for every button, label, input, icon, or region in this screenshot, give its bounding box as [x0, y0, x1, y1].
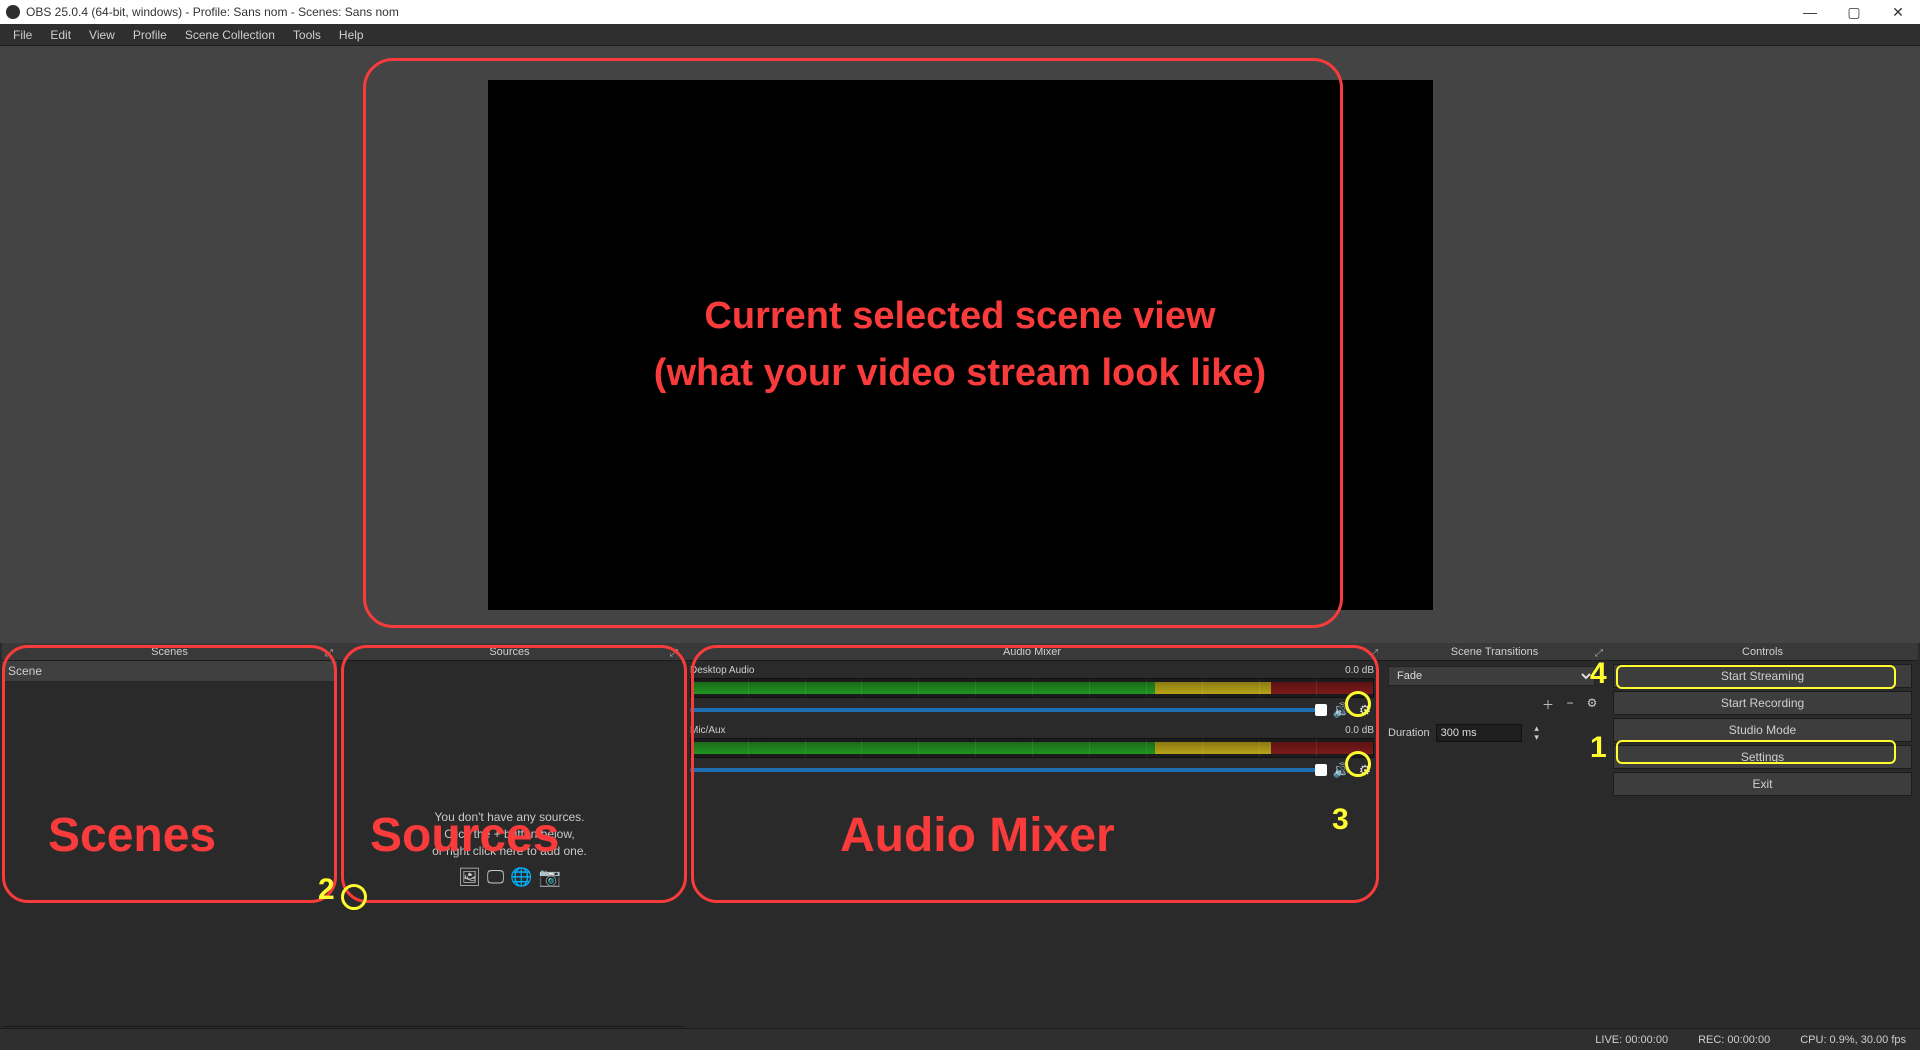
- settings-button[interactable]: Settings: [1613, 745, 1912, 769]
- preview-overlay-line2: (what your video stream look like): [654, 345, 1266, 402]
- scene-list-item[interactable]: Scene: [2, 661, 337, 682]
- scenes-title[interactable]: Scenes ⤢: [2, 643, 337, 661]
- sources-empty-state[interactable]: You don't have any sources. Click the + …: [337, 661, 682, 1026]
- start-recording-button[interactable]: Start Recording: [1613, 691, 1912, 715]
- controls-title[interactable]: Controls: [1607, 643, 1918, 661]
- audio-meter: [690, 678, 1374, 698]
- app-icon: [6, 5, 20, 19]
- start-streaming-button[interactable]: Start Streaming: [1613, 664, 1912, 688]
- display-icon: 🖵: [487, 867, 504, 888]
- transition-select[interactable]: Fade: [1388, 666, 1595, 686]
- preview-background: Current selected scene view (what your v…: [0, 46, 1920, 643]
- globe-icon: 🌐: [510, 867, 532, 888]
- channel-settings-button[interactable]: ⚙: [1356, 761, 1374, 779]
- volume-slider[interactable]: [690, 768, 1327, 772]
- sources-empty-line1: You don't have any sources.: [435, 810, 585, 824]
- channel-settings-button[interactable]: ⚙: [1356, 701, 1374, 719]
- scenes-dock: Scenes ⤢ Scene ＋ − ∧ ∨: [2, 643, 337, 1050]
- mixer-channel: Desktop Audio 0.0 dB 🔊 ⚙: [682, 661, 1382, 721]
- minimize-button[interactable]: —: [1788, 0, 1832, 24]
- sources-empty-line3: or right click here to add one.: [432, 844, 587, 858]
- mixer-channel-level: 0.0 dB: [1345, 725, 1374, 736]
- menu-edit[interactable]: Edit: [41, 28, 80, 42]
- menu-bar: File Edit View Profile Scene Collection …: [0, 24, 1920, 46]
- scene-transitions-dock: Scene Transitions ⤢ Fade ＋ − ⚙ Duration: [1382, 643, 1607, 1050]
- image-icon: 🖼: [458, 867, 481, 888]
- volume-slider[interactable]: [690, 708, 1327, 712]
- transitions-title[interactable]: Scene Transitions ⤢: [1382, 643, 1607, 661]
- sources-title[interactable]: Sources ⤢: [337, 643, 682, 661]
- exit-button[interactable]: Exit: [1613, 772, 1912, 796]
- menu-scene-collection[interactable]: Scene Collection: [176, 28, 284, 42]
- status-live: LIVE: 00:00:00: [1595, 1034, 1668, 1046]
- status-cpu: CPU: 0.9%, 30.00 fps: [1800, 1034, 1906, 1046]
- controls-dock: Controls Start Streaming Start Recording…: [1607, 643, 1918, 1050]
- status-bar: LIVE: 00:00:00 REC: 00:00:00 CPU: 0.9%, …: [0, 1028, 1920, 1050]
- menu-help[interactable]: Help: [330, 28, 373, 42]
- preview-canvas[interactable]: Current selected scene view (what your v…: [488, 80, 1433, 610]
- mixer-channel: Mic/Aux 0.0 dB 🔊 ⚙: [682, 721, 1382, 781]
- audio-meter: [690, 738, 1374, 758]
- menu-file[interactable]: File: [4, 28, 41, 42]
- duration-label: Duration: [1388, 727, 1430, 739]
- speaker-icon[interactable]: 🔊: [1333, 762, 1350, 779]
- mixer-channel-name: Mic/Aux: [690, 725, 726, 736]
- camera-icon: 📷: [539, 867, 561, 888]
- audio-mixer-dock: Audio Mixer ⤢ Desktop Audio 0.0 dB: [682, 643, 1382, 1050]
- menu-tools[interactable]: Tools: [284, 28, 330, 42]
- transition-add-button[interactable]: ＋: [1539, 696, 1557, 714]
- speaker-icon[interactable]: 🔊: [1333, 702, 1350, 719]
- transition-properties-button[interactable]: ⚙: [1583, 696, 1601, 714]
- studio-mode-button[interactable]: Studio Mode: [1613, 718, 1912, 742]
- transition-remove-button[interactable]: −: [1561, 696, 1579, 714]
- mixer-channel-level: 0.0 dB: [1345, 665, 1374, 676]
- menu-profile[interactable]: Profile: [124, 28, 176, 42]
- duration-stepper[interactable]: ▴▾: [1528, 724, 1546, 742]
- sources-dock: Sources ⤢ You don't have any sources. Cl…: [337, 643, 682, 1050]
- close-button[interactable]: ✕: [1876, 0, 1920, 24]
- menu-view[interactable]: View: [80, 28, 124, 42]
- mixer-channel-name: Desktop Audio: [690, 665, 755, 676]
- window-titlebar: OBS 25.0.4 (64-bit, windows) - Profile: …: [0, 0, 1920, 24]
- preview-overlay-line1: Current selected scene view: [704, 288, 1215, 345]
- status-rec: REC: 00:00:00: [1698, 1034, 1770, 1046]
- duration-input[interactable]: [1436, 724, 1522, 742]
- mixer-title[interactable]: Audio Mixer ⤢: [682, 643, 1382, 661]
- maximize-button[interactable]: ▢: [1832, 0, 1876, 24]
- sources-empty-line2: Click the + button below,: [444, 827, 574, 841]
- window-title: OBS 25.0.4 (64-bit, windows) - Profile: …: [26, 5, 399, 19]
